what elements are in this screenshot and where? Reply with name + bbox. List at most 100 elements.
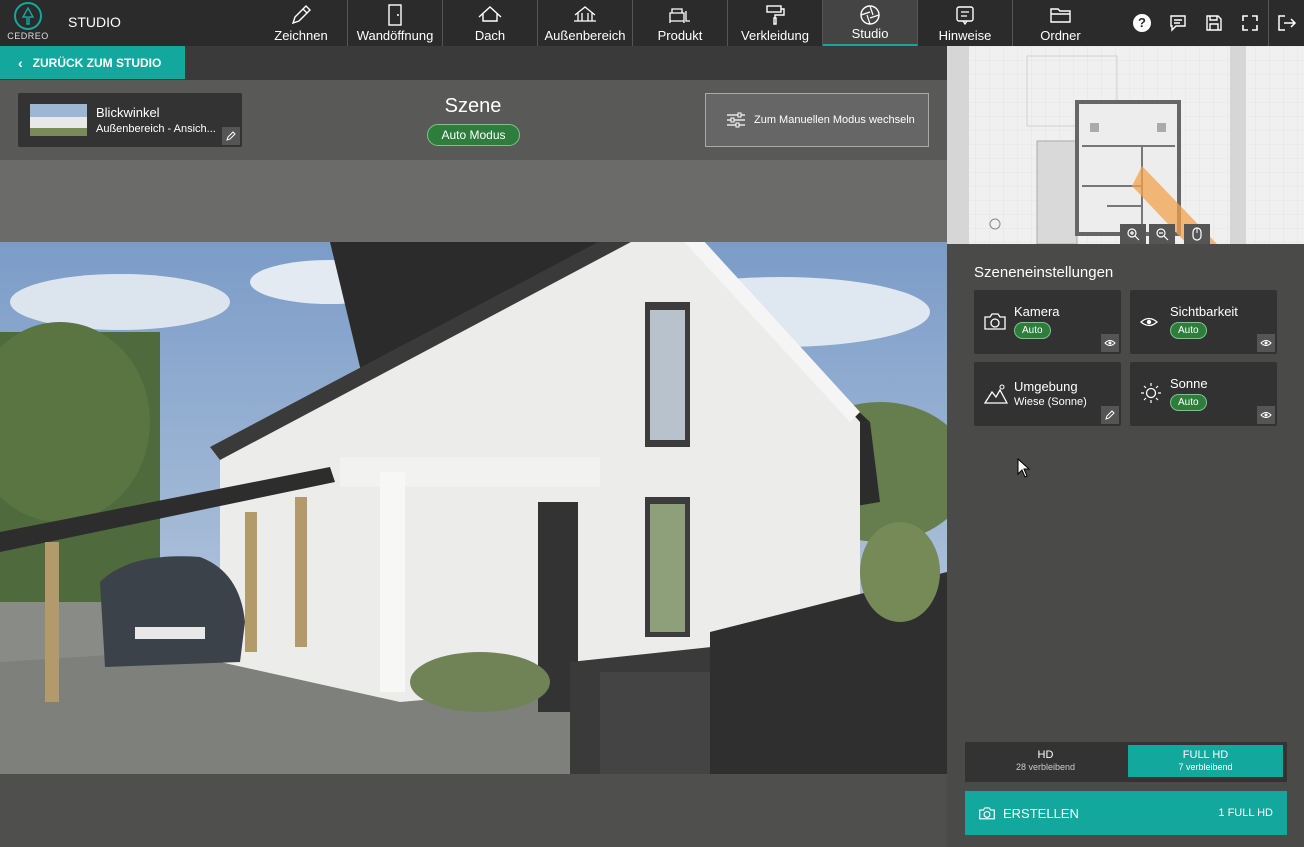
- edit-view-button[interactable]: [222, 127, 240, 145]
- right-panel: Szeneneinstellungen Kamera Auto Sichtbar…: [947, 46, 1304, 847]
- fullscreen-button[interactable]: [1232, 0, 1268, 46]
- logout-button[interactable]: [1268, 0, 1304, 46]
- quality-fullhd-option[interactable]: FULL HD 7 verbleibend: [1128, 745, 1283, 777]
- eye-icon: [1260, 340, 1272, 346]
- visibility-toggle[interactable]: [1257, 334, 1275, 352]
- camera-icon: [984, 313, 1006, 330]
- create-render-button[interactable]: ERSTELLEN 1 FULL HD: [965, 791, 1287, 835]
- nav-aussenbereich[interactable]: Außenbereich: [538, 0, 633, 46]
- save-button[interactable]: [1196, 0, 1232, 46]
- camera-card[interactable]: Kamera Auto: [974, 290, 1121, 354]
- nav-verkleidung[interactable]: Verkleidung: [728, 0, 823, 46]
- nav-label: Wandöffnung: [356, 28, 434, 43]
- eye-icon: [1104, 340, 1116, 346]
- top-bar: CEDREO STUDIO Zeichnen Wandöffnung Dach …: [0, 0, 1304, 46]
- eye-icon: [1140, 317, 1158, 327]
- edit-icon: [226, 131, 236, 141]
- save-icon: [1206, 15, 1222, 31]
- view-thumbnail: [30, 104, 87, 136]
- sofa-icon: [669, 8, 690, 23]
- environment-value: Wiese (Sonne): [1014, 396, 1087, 408]
- chevron-left-icon: ‹: [18, 54, 23, 71]
- edit-icon: [1105, 410, 1115, 420]
- mouse-icon: [1192, 227, 1202, 241]
- camera-visibility-toggle[interactable]: [1101, 334, 1119, 352]
- scene-settings-title: Szeneneinstellungen: [974, 264, 1114, 281]
- tree-logo-icon: [14, 2, 42, 30]
- view-angle-title: Blickwinkel: [96, 105, 160, 120]
- minimap-controls: [1120, 224, 1210, 244]
- chat-icon: [1170, 15, 1186, 32]
- fullhd-label: FULL HD: [1182, 749, 1229, 761]
- chat-button[interactable]: [1160, 0, 1196, 46]
- outdoor-icon: [574, 6, 596, 22]
- eye-icon: [1260, 412, 1272, 418]
- visibility-label: Sichtbarkeit: [1170, 304, 1238, 319]
- view-angle-card[interactable]: Blickwinkel Außenbereich - Ansich...: [18, 93, 242, 147]
- nav-label: Hinweise: [938, 28, 992, 43]
- note-icon: [956, 6, 974, 26]
- folder-icon: [1049, 8, 1071, 23]
- render-viewport[interactable]: Blickwinkel Außenbereich - Ansich... Sze…: [0, 80, 947, 847]
- nav-dach[interactable]: Dach: [443, 0, 538, 46]
- nav-label: Verkleidung: [741, 28, 809, 43]
- section-title: STUDIO: [68, 14, 121, 30]
- viewport-bottom-band: [0, 774, 947, 847]
- sun-label: Sonne: [1170, 376, 1208, 391]
- nav-label: Studio: [851, 26, 889, 41]
- hd-label: HD: [1037, 749, 1054, 761]
- camera-auto-badge: Auto: [1014, 322, 1051, 339]
- help-button[interactable]: ?: [1124, 0, 1160, 46]
- environment-card[interactable]: Umgebung Wiese (Sonne): [974, 362, 1121, 426]
- nav-zeichnen[interactable]: Zeichnen: [255, 0, 348, 46]
- main-nav: Zeichnen Wandöffnung Dach Außenbereich P…: [255, 0, 1108, 46]
- house-render-image: [0, 242, 947, 774]
- paint-roller-icon: [766, 5, 785, 25]
- camera-aperture-icon: [860, 5, 880, 25]
- sun-card[interactable]: Sonne Auto: [1130, 362, 1277, 426]
- brand-name: CEDREO: [7, 31, 49, 41]
- nav-wandoeffnung[interactable]: Wandöffnung: [348, 0, 443, 46]
- sun-visibility-toggle[interactable]: [1257, 406, 1275, 424]
- nav-produkt[interactable]: Produkt: [633, 0, 728, 46]
- nav-label: Zeichnen: [274, 28, 328, 43]
- door-icon: [388, 4, 402, 26]
- zoom-in-button[interactable]: [1120, 224, 1146, 244]
- zoom-out-icon: [1156, 228, 1169, 241]
- view-angle-subtitle: Außenbereich - Ansich...: [96, 123, 216, 135]
- back-to-studio-button[interactable]: ‹ ZURÜCK ZUM STUDIO: [0, 46, 185, 79]
- mouse-cursor-icon: [1017, 458, 1031, 478]
- scene-render: [0, 242, 947, 774]
- zoom-out-button[interactable]: [1149, 224, 1175, 244]
- environment-label: Umgebung: [1014, 379, 1078, 394]
- nav-hinweise[interactable]: Hinweise: [918, 0, 1013, 46]
- sliders-icon: [727, 112, 745, 128]
- hd-remaining: 28 verbleibend: [1015, 762, 1076, 772]
- nav-label: Dach: [474, 28, 506, 43]
- edit-environment-button[interactable]: [1101, 406, 1119, 424]
- nav-studio[interactable]: Studio: [823, 0, 918, 46]
- visibility-auto-badge: Auto: [1170, 322, 1207, 339]
- logout-icon: [1277, 15, 1296, 31]
- visibility-card[interactable]: Sichtbarkeit Auto: [1130, 290, 1277, 354]
- quality-selector: HD 28 verbleibend FULL HD 7 verbleibend: [965, 742, 1287, 782]
- manual-mode-label: Zum Manuellen Modus wechseln: [754, 114, 915, 126]
- create-label: ERSTELLEN: [1003, 805, 1079, 821]
- auto-mode-badge: Auto Modus: [427, 124, 520, 146]
- nav-ordner[interactable]: Ordner: [1013, 0, 1108, 46]
- back-label: ZURÜCK ZUM STUDIO: [32, 55, 162, 70]
- floorplan-minimap[interactable]: [947, 46, 1304, 244]
- quality-hd-option[interactable]: HD 28 verbleibend: [968, 745, 1123, 777]
- viewport-top-band: [0, 160, 947, 242]
- mountain-icon: [984, 384, 1008, 404]
- nav-label: Ordner: [1040, 28, 1081, 43]
- help-icon: ?: [1133, 14, 1151, 32]
- floorplan-image: [947, 46, 1304, 244]
- roof-icon: [478, 6, 502, 22]
- mouse-mode-button[interactable]: [1184, 224, 1210, 244]
- camera-icon: [979, 807, 995, 820]
- sun-auto-badge: Auto: [1170, 394, 1207, 411]
- cedreo-logo[interactable]: CEDREO: [4, 2, 52, 44]
- manual-mode-button[interactable]: Zum Manuellen Modus wechseln: [705, 93, 929, 147]
- fullscreen-icon: [1242, 15, 1258, 31]
